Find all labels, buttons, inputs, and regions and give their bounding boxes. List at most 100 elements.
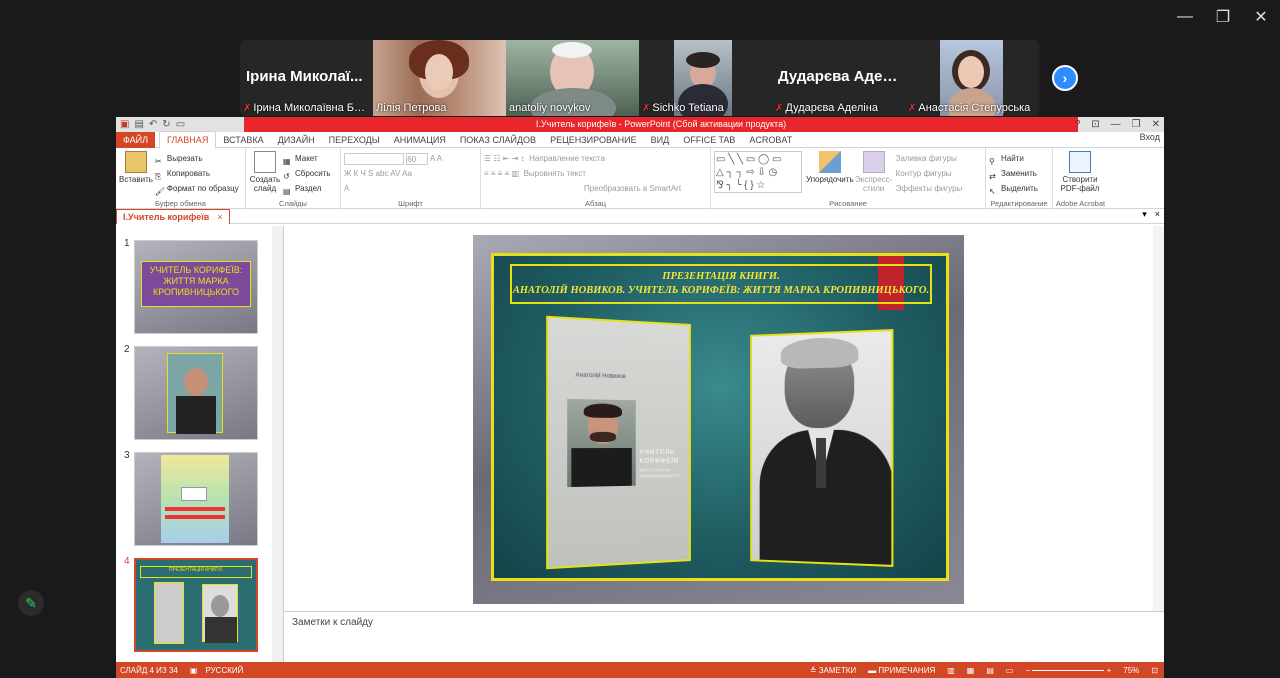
participant-label: ✗ Ірина Миколаївна Бог... bbox=[243, 102, 371, 114]
restore-icon[interactable]: ❐ bbox=[1132, 117, 1141, 132]
align-text-button[interactable]: Выровнять текст bbox=[524, 169, 586, 178]
redo-icon[interactable]: ↻ bbox=[162, 119, 170, 130]
slide-sorter-icon[interactable]: ▦ bbox=[967, 666, 975, 675]
replace-button[interactable]: ⇄ Заменить bbox=[989, 166, 1049, 181]
fit-slide-icon[interactable]: ⊡ bbox=[1151, 666, 1158, 675]
slide-title-box[interactable]: ПРЕЗЕНТАЦІЯ КНИГИ. АНАТОЛІЙ НОВИКОВ. УЧИ… bbox=[510, 264, 932, 304]
annotate-pen-icon[interactable]: ✎ bbox=[18, 590, 44, 616]
slideshow-icon[interactable]: ▭ bbox=[176, 119, 185, 130]
tab-office-tab[interactable]: OFFICE TAB bbox=[676, 132, 742, 148]
close-icon[interactable]: ✕ bbox=[1242, 0, 1280, 34]
shape-outline-button[interactable]: Контур фигуры bbox=[896, 166, 963, 181]
clipboard-icon bbox=[124, 151, 147, 173]
tab-transitions[interactable]: ПЕРЕХОДЫ bbox=[322, 132, 387, 148]
tab-home[interactable]: ГЛАВНАЯ bbox=[159, 130, 217, 149]
current-slide[interactable]: ПРЕЗЕНТАЦІЯ КНИГИ. АНАТОЛІЙ НОВИКОВ. УЧИ… bbox=[473, 235, 964, 604]
align-buttons[interactable]: ≡ ≡ ≡ ≡ ▥ bbox=[484, 169, 519, 178]
thumbnail-number: 3 bbox=[124, 450, 130, 461]
participant-strip: Ірина Миколаї... ✗ Ірина Миколаївна Бог..… bbox=[240, 40, 1040, 116]
notes-toggle[interactable]: ≜ ЗАМЕТКИ bbox=[810, 666, 856, 675]
save-icon[interactable]: ▤ bbox=[134, 119, 143, 130]
dropdown-icon[interactable]: ▾ bbox=[1142, 209, 1147, 220]
participant-tile[interactable]: Лілія Петрова bbox=[373, 40, 506, 116]
tab-file[interactable]: ФАЙЛ bbox=[116, 131, 156, 148]
slide-thumbnail[interactable] bbox=[134, 452, 258, 546]
tab-slideshow[interactable]: ПОКАЗ СЛАЙДОВ bbox=[453, 132, 543, 148]
tab-insert[interactable]: ВСТАВКА bbox=[216, 132, 270, 148]
text-direction-button[interactable]: Направление текста bbox=[529, 154, 605, 163]
help-icon[interactable]: ? bbox=[1075, 117, 1081, 132]
minimize-icon[interactable]: — bbox=[1166, 0, 1204, 34]
close-icon[interactable]: × bbox=[1155, 209, 1160, 220]
participant-tile[interactable]: ✗ Sichko Tetiana bbox=[639, 40, 772, 116]
close-icon[interactable]: ✕ bbox=[1152, 117, 1160, 132]
close-tab-icon[interactable]: × bbox=[217, 212, 222, 222]
participant-tile[interactable]: Ірина Миколаї... ✗ Ірина Миколаївна Бог..… bbox=[240, 40, 373, 116]
tab-acrobat[interactable]: ACROBAT bbox=[742, 132, 799, 148]
thumbnail-number: 4 bbox=[124, 556, 130, 567]
slide-editor[interactable]: ПРЕЗЕНТАЦІЯ КНИГИ. АНАТОЛІЙ НОВИКОВ. УЧИ… bbox=[284, 226, 1164, 611]
document-tab[interactable]: І.Учитель корифеїв × bbox=[116, 208, 230, 224]
scissors-icon: ✂ bbox=[154, 156, 162, 166]
comments-toggle[interactable]: ▬ ПРИМЕЧАНИЯ bbox=[868, 666, 935, 675]
find-button[interactable]: ⚲ Найти bbox=[989, 151, 1049, 166]
create-pdf-button[interactable]: Створити PDF-файл bbox=[1056, 151, 1104, 193]
new-slide-button[interactable]: Создать слайд bbox=[249, 151, 281, 193]
ribbon-tabs: ФАЙЛ ГЛАВНАЯ ВСТАВКА ДИЗАЙН ПЕРЕХОДЫ АНИ… bbox=[116, 130, 1164, 149]
copy-icon: ⎘ bbox=[154, 171, 162, 181]
muted-mic-icon: ✗ bbox=[642, 103, 651, 114]
shape-fill-button[interactable]: Заливка фигуры bbox=[896, 151, 963, 166]
participant-tile[interactable]: Дударєва Адел... ✗ Дударєва Аделіна bbox=[772, 40, 905, 116]
tab-design[interactable]: ДИЗАЙН bbox=[271, 132, 322, 148]
tab-animation[interactable]: АНИМАЦИЯ bbox=[387, 132, 453, 148]
slide-thumbnail[interactable]: УЧИТЕЛЬ КОРИФЕЇВ: ЖИТТЯ МАРКА КРОПИВНИЦЬ… bbox=[134, 240, 258, 334]
reading-view-icon[interactable]: ▤ bbox=[986, 666, 994, 675]
shape-effects-button[interactable]: Эффекты фигуры bbox=[896, 181, 963, 196]
smartart-button[interactable]: Преобразовать в SmartArt bbox=[584, 184, 681, 193]
ribbon-display-icon[interactable]: ⊡ bbox=[1091, 117, 1099, 132]
zoom-slider[interactable]: − + bbox=[1025, 666, 1111, 675]
section-icon: ▤ bbox=[283, 186, 291, 196]
zoom-level[interactable]: 75% bbox=[1123, 666, 1139, 675]
author-photo[interactable] bbox=[750, 329, 894, 567]
arrange-button[interactable]: Упорядочить bbox=[806, 151, 854, 184]
login-link[interactable]: Вход bbox=[1140, 132, 1160, 142]
restore-icon[interactable]: ❐ bbox=[1204, 0, 1242, 34]
group-label: Буфер обмена bbox=[155, 199, 206, 208]
document-tabs: І.Учитель корифеїв × ▾ × bbox=[116, 208, 1164, 224]
doc-tab-controls: ▾ × bbox=[1142, 209, 1160, 220]
font-color-button[interactable]: A bbox=[344, 181, 477, 196]
slide-thumbnail-selected[interactable]: ПРЕЗЕНТАЦІЯ КНИГИ. bbox=[134, 558, 258, 652]
slideshow-view-icon[interactable]: ▭ bbox=[1006, 666, 1014, 675]
new-slide-icon bbox=[254, 151, 276, 173]
list-buttons[interactable]: ☰ ☷ ⇤ ⇥ ↕ bbox=[484, 154, 525, 163]
paste-button[interactable]: Вставить bbox=[119, 151, 153, 184]
font-format-buttons[interactable]: Ж К Ч S abc AV Aa bbox=[344, 166, 477, 181]
chevron-right-icon: › bbox=[1062, 70, 1068, 86]
select-button[interactable]: ↖ Выделить bbox=[989, 181, 1049, 196]
font-size-box[interactable]: 60 bbox=[406, 152, 429, 165]
participant-tile-active[interactable]: anatoliy novykov bbox=[506, 40, 639, 116]
font-group: 60 A A Ж К Ч S abc AV Aa A Шрифт bbox=[341, 148, 481, 209]
minimize-icon[interactable]: — bbox=[1111, 117, 1121, 132]
thumbnails-scrollbar[interactable] bbox=[272, 226, 283, 662]
normal-view-icon[interactable]: ▥ bbox=[947, 666, 955, 675]
tab-view[interactable]: ВИД bbox=[644, 132, 677, 148]
slide-thumbnail[interactable] bbox=[134, 346, 258, 440]
book-cover-image[interactable]: Анатолій Новиков УЧИТЕЛЬ КОРИФЕЇВ ЖИТТЯ … bbox=[546, 315, 691, 570]
participant-tile[interactable]: ✗ Анастасія Степурська bbox=[905, 40, 1038, 116]
slide-scrollbar[interactable] bbox=[1153, 226, 1164, 611]
undo-icon[interactable]: ↶ bbox=[149, 119, 157, 130]
main-area: 1 УЧИТЕЛЬ КОРИФЕЇВ: ЖИТТЯ МАРКА КРОПИВНИ… bbox=[116, 226, 1164, 662]
shapes-gallery[interactable]: ▭ ╲ ╲ ▭ ◯ ▭ △ ┐ ┐ ⇨ ⇩ ◷ ⅋ ╮ ╰ { } ☆ bbox=[714, 151, 802, 193]
next-page-button[interactable]: › bbox=[1052, 65, 1078, 91]
group-label: Шрифт bbox=[398, 199, 423, 208]
book-title: УЧИТЕЛЬ КОРИФЕЇВ bbox=[639, 448, 679, 465]
notes-pane[interactable]: Заметки к слайду bbox=[284, 611, 1164, 662]
spellcheck-icon[interactable]: ▣ bbox=[190, 666, 198, 675]
language[interactable]: РУССКИЙ bbox=[205, 666, 243, 675]
clipboard-group: Вставить ✂ Вырезать ⎘ Копировать 🖌 Формат п… bbox=[116, 148, 246, 209]
tab-review[interactable]: РЕЦЕНЗИРОВАНИЕ bbox=[543, 132, 644, 148]
font-name-box[interactable] bbox=[344, 152, 404, 165]
quick-styles-button[interactable]: Экспресс-стили bbox=[855, 151, 892, 193]
